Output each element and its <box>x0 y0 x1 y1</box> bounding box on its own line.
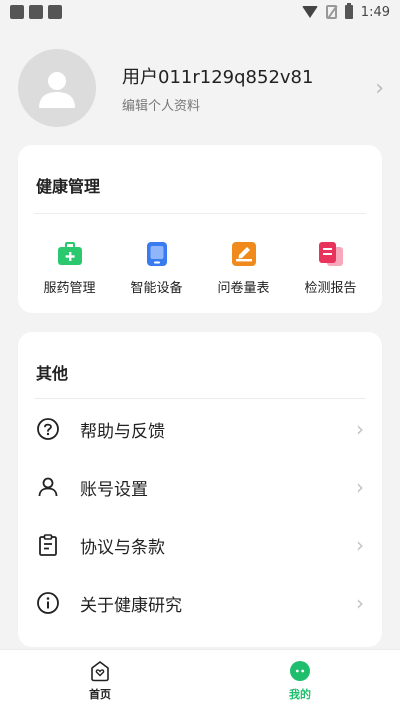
no-sim-icon <box>325 5 337 19</box>
health-item-report[interactable]: 检测报告 <box>291 241 371 296</box>
health-management-card: 健康管理 服药管理 智能设备 问卷量表 检测报告 <box>18 145 382 313</box>
menu-item-account-settings[interactable]: 账号设置 › <box>18 458 382 516</box>
menu-item-agreement[interactable]: 协议与条款 › <box>18 516 382 574</box>
bottom-tab-bar: 首页 我的 <box>0 649 400 711</box>
tab-home[interactable]: 首页 <box>0 650 200 711</box>
menu-item-help[interactable]: 帮助与反馈 › <box>18 400 382 458</box>
chevron-right-icon: › <box>356 417 364 441</box>
menu-item-label: 关于健康研究 <box>80 595 182 616</box>
notification-icon <box>10 5 24 19</box>
status-time: 1:49 <box>360 4 390 20</box>
user-silhouette-icon <box>39 72 75 108</box>
notification-icon <box>48 5 62 19</box>
section-title: 健康管理 <box>36 177 101 196</box>
health-item-devices[interactable]: 智能设备 <box>117 241 197 296</box>
section-title: 其他 <box>36 364 69 383</box>
menu-item-about[interactable]: 关于健康研究 › <box>18 574 382 632</box>
mine-icon <box>290 660 310 681</box>
health-item-label: 问卷量表 <box>217 281 270 296</box>
help-icon <box>36 417 60 441</box>
wifi-icon <box>301 6 318 18</box>
report-icon <box>318 242 343 266</box>
chevron-right-icon: › <box>356 475 364 499</box>
divider <box>34 398 366 399</box>
questionnaire-icon <box>231 242 256 266</box>
profile-header[interactable]: 用户011r129q852v81 编辑个人资料 › <box>18 48 384 128</box>
battery-icon <box>344 3 353 19</box>
tab-label: 我的 <box>289 687 311 701</box>
other-card: 其他 帮助与反馈 › 账号设置 › 协议与条款 › 关于健康研究 › <box>18 332 382 647</box>
menu-item-label: 账号设置 <box>80 479 148 500</box>
medicine-box-icon <box>57 242 82 265</box>
health-item-questionnaire[interactable]: 问卷量表 <box>204 241 284 296</box>
menu-item-label: 协议与条款 <box>80 537 165 558</box>
chevron-right-icon: › <box>356 591 364 615</box>
agreement-icon <box>36 533 60 557</box>
avatar[interactable] <box>18 49 96 127</box>
smart-device-icon <box>146 242 167 266</box>
health-item-label: 服药管理 <box>43 281 96 296</box>
chevron-right-icon: › <box>356 533 364 557</box>
health-item-label: 智能设备 <box>130 281 183 296</box>
username: 用户011r129q852v81 <box>122 66 314 88</box>
chevron-right-icon: › <box>375 75 384 101</box>
notification-icons <box>10 5 62 19</box>
notification-icon <box>29 5 43 19</box>
account-icon <box>36 475 60 499</box>
divider <box>34 213 366 214</box>
home-icon <box>91 660 109 681</box>
health-item-medication[interactable]: 服药管理 <box>30 241 110 296</box>
status-bar: 1:49 <box>0 0 400 24</box>
menu-item-label: 帮助与反馈 <box>80 421 165 442</box>
health-item-label: 检测报告 <box>304 281 357 296</box>
info-icon <box>36 591 60 615</box>
tab-label: 首页 <box>89 687 111 701</box>
edit-profile-link[interactable]: 编辑个人资料 <box>122 95 375 114</box>
tab-mine[interactable]: 我的 <box>200 650 400 711</box>
